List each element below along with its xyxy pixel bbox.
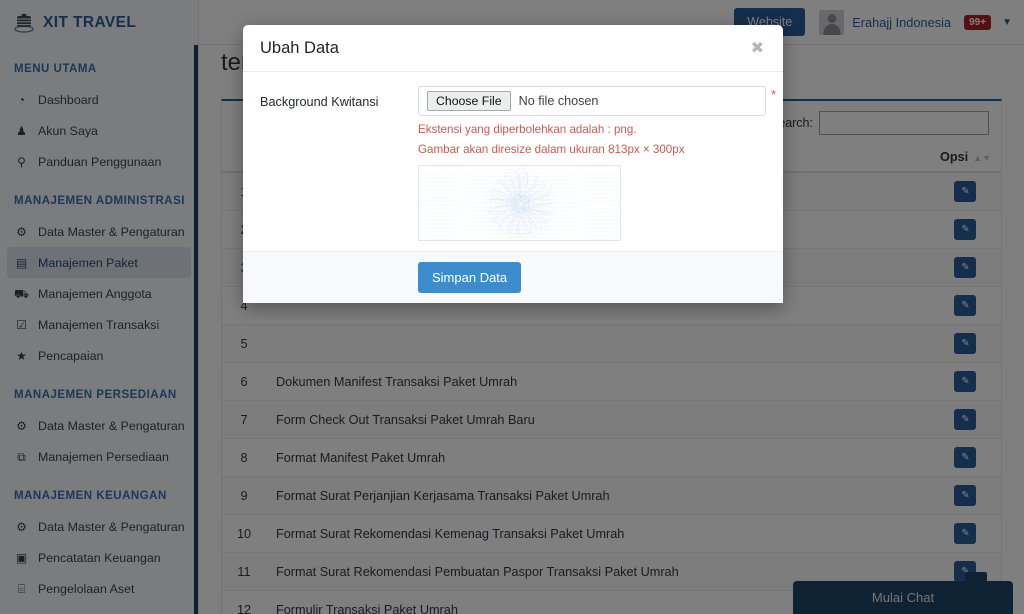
hint-resize: Gambar akan diresize dalam ukuran 813px … [418, 143, 685, 156]
file-status-text: No file chosen [518, 94, 599, 108]
file-input[interactable]: Choose File No file chosen [418, 86, 766, 116]
form-row-background-kwitansi: Background Kwitansi Choose File No file … [260, 86, 776, 241]
modal-header: Ubah Data ✖ [243, 25, 783, 72]
app-root: XIT TRAVEL MENU UTAMA◔Dashboard♟Akun Say… [0, 0, 1024, 614]
field-label: Background Kwitansi [260, 95, 379, 109]
close-icon[interactable]: ✖ [749, 40, 766, 57]
hint-extension: Ekstensi yang diperbolehkan adalah : png… [418, 123, 637, 136]
guilloche-rosette-preview [418, 165, 621, 241]
field-control: Choose File No file chosen * Ekstensi ya… [418, 86, 776, 241]
edit-data-modal: Ubah Data ✖ Background Kwitansi Choose F… [243, 25, 783, 303]
choose-file-button[interactable]: Choose File [427, 91, 511, 111]
required-marker: * [770, 87, 776, 102]
modal-title: Ubah Data [260, 39, 339, 57]
modal-footer: Simpan Data [243, 251, 783, 303]
modal-body: Background Kwitansi Choose File No file … [243, 72, 783, 251]
save-button[interactable]: Simpan Data [418, 262, 522, 293]
